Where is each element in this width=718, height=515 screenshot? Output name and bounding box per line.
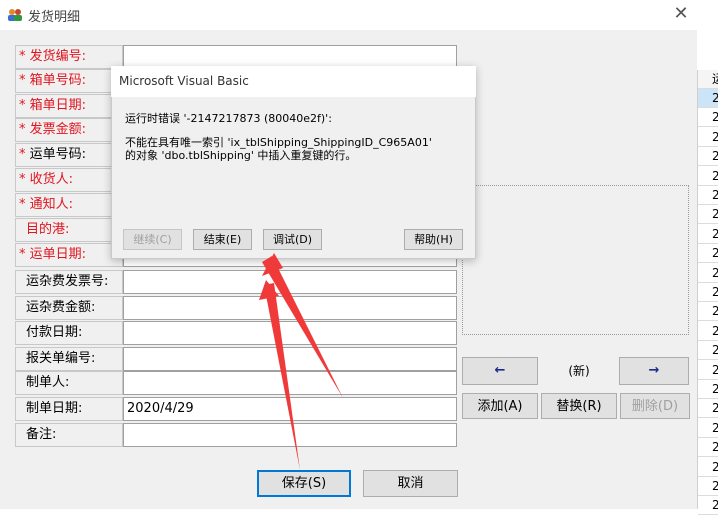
required-marker: *	[19, 147, 30, 162]
field-label-text: 发票金额:	[29, 122, 87, 137]
grid-cell[interactable]: 20	[698, 302, 718, 322]
dialog-title: Microsoft Visual Basic	[119, 74, 249, 88]
grid-cell[interactable]: 20	[698, 244, 718, 264]
window-title: 发货明细	[28, 10, 81, 25]
dialog-continue-button[interactable]: 继续(C)	[123, 229, 182, 250]
field-label: * 发货编号:	[15, 45, 123, 69]
grid-cell[interactable]: 20	[698, 399, 718, 419]
app-users-icon	[7, 8, 23, 22]
field-label-text: 目的港:	[26, 222, 70, 237]
grid-cell[interactable]: 20	[698, 167, 718, 186]
grid-header-cell: 运	[698, 70, 718, 89]
add-image-button[interactable]: 添加(A)	[462, 393, 538, 419]
field-label: 制单人:	[15, 371, 123, 395]
grid-cell[interactable]: 20	[698, 283, 718, 302]
cancel-button[interactable]: 取消	[363, 470, 458, 497]
close-icon[interactable]: ✕	[672, 5, 690, 23]
required-marker: *	[19, 172, 30, 187]
field-input[interactable]: 2020/4/29	[123, 397, 457, 421]
field-label: 备注:	[15, 423, 123, 447]
field-label: * 箱单号码:	[15, 69, 123, 93]
dialog-help-button[interactable]: 帮助(H)	[404, 229, 463, 250]
grid-cell[interactable]: 20	[698, 458, 718, 477]
dialog-message-line-2: 的对象 'dbo.tblShipping' 中插入重复键的行。	[125, 149, 357, 162]
field-label: * 发票金额:	[15, 118, 123, 142]
grid-cell[interactable]: 20	[698, 361, 718, 380]
grid-cell[interactable]: 20	[698, 341, 718, 361]
field-label-text: 运单号码:	[29, 147, 87, 162]
next-image-button[interactable]: →	[619, 357, 689, 385]
field-label: 运杂费发票号:	[15, 270, 123, 294]
grid-cell[interactable]: 20	[698, 438, 718, 458]
required-marker: *	[19, 122, 30, 137]
records-grid[interactable]: 运202020202020202020202020202020202020202…	[697, 70, 718, 515]
required-marker: *	[19, 98, 30, 113]
field-label-text: 运单日期:	[29, 247, 87, 262]
replace-image-button[interactable]: 替换(R)	[541, 393, 617, 419]
field-input[interactable]	[123, 347, 457, 371]
field-label: 目的港:	[15, 218, 123, 242]
field-input[interactable]	[123, 270, 457, 294]
field-label-text: 通知人:	[29, 197, 74, 212]
field-label-text: 收货人:	[29, 172, 74, 187]
grid-cell[interactable]: 20	[698, 128, 718, 147]
dialog-error-code: 运行时错误 '-2147217873 (80040e2f)':	[125, 112, 332, 125]
field-label: 运杂费金额:	[15, 296, 123, 320]
field-label-text: 运杂费金额:	[26, 300, 96, 315]
grid-cell[interactable]: 20	[698, 186, 718, 205]
field-label: 付款日期:	[15, 321, 123, 345]
field-label-text: 箱单号码:	[29, 73, 87, 88]
field-label: * 运单号码:	[15, 143, 123, 167]
required-marker: *	[19, 73, 30, 88]
required-marker: *	[19, 247, 30, 262]
image-position-label: (新)	[568, 364, 590, 378]
field-input[interactable]	[123, 423, 457, 447]
grid-cell[interactable]: 20	[698, 225, 718, 244]
field-label-text: 付款日期:	[26, 325, 83, 340]
field-label-text: 备注:	[26, 427, 57, 442]
field-label-text: 报关单编号:	[26, 351, 96, 366]
grid-cell[interactable]: 20	[698, 380, 718, 399]
field-label-text: 制单日期:	[26, 401, 83, 416]
field-input[interactable]	[123, 371, 457, 395]
grid-cell[interactable]: 20	[698, 477, 718, 496]
field-label: * 收货人:	[15, 168, 123, 192]
save-button[interactable]: 保存(S)	[257, 470, 351, 497]
delete-image-button[interactable]: 删除(D)	[620, 393, 690, 419]
dialog-end-button[interactable]: 结束(E)	[193, 229, 252, 250]
prev-image-button[interactable]: ←	[462, 357, 538, 385]
required-marker: *	[19, 49, 30, 64]
field-label: * 通知人:	[15, 193, 123, 217]
title-bar	[0, 0, 718, 30]
grid-cell[interactable]: 20	[698, 108, 718, 128]
required-marker: *	[19, 197, 30, 212]
grid-cell[interactable]: 20	[698, 205, 718, 225]
field-input[interactable]	[123, 321, 457, 345]
dialog-debug-button[interactable]: 调试(D)	[263, 229, 322, 250]
grid-cell[interactable]: 20	[698, 89, 718, 108]
field-label: 制单日期:	[15, 397, 123, 421]
field-input[interactable]	[123, 296, 457, 320]
field-label-text: 运杂费发票号:	[26, 274, 109, 289]
field-label: * 运单日期:	[15, 243, 123, 267]
grid-cell[interactable]: 20	[698, 264, 718, 283]
field-label-text: 发货编号:	[29, 49, 87, 64]
grid-cell[interactable]: 20	[698, 322, 718, 341]
field-label: * 箱单日期:	[15, 94, 123, 118]
grid-cell[interactable]: 20	[698, 147, 718, 167]
field-label-text: 制单人:	[26, 375, 70, 390]
grid-cell[interactable]: 20	[698, 419, 718, 438]
field-label: 报关单编号:	[15, 347, 123, 371]
grid-cell[interactable]: 20	[698, 496, 718, 515]
field-label-text: 箱单日期:	[29, 98, 87, 113]
image-preview-box	[462, 185, 689, 335]
